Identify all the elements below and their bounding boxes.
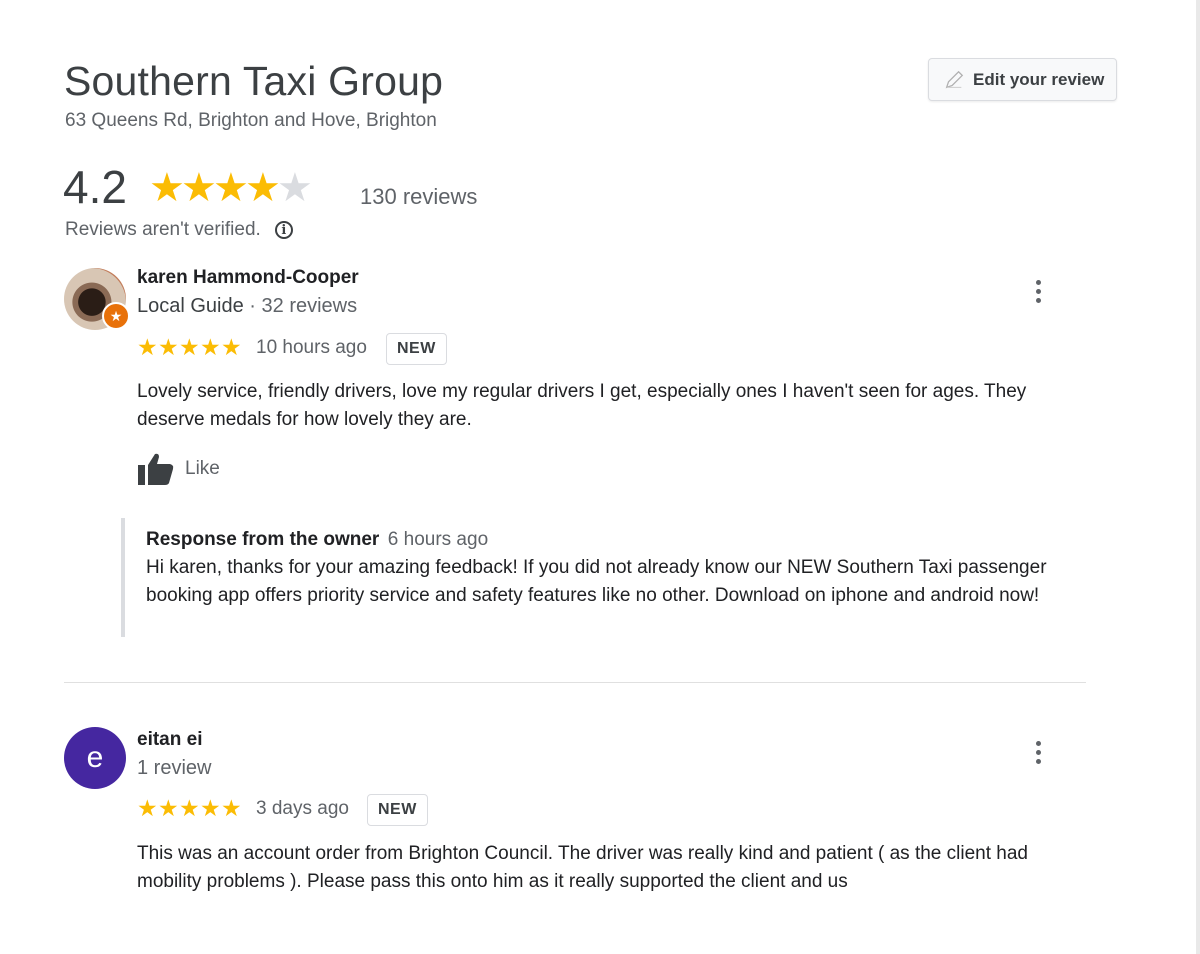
- new-badge: NEW: [386, 333, 447, 365]
- business-name: Southern Taxi Group: [64, 58, 444, 104]
- star-icon: ★: [181, 166, 217, 210]
- verification-text: Reviews aren't verified.: [65, 219, 261, 240]
- new-badge: NEW: [367, 794, 428, 826]
- reviewer-meta: Local Guide · 32 reviews: [137, 295, 357, 318]
- star-icon: ★: [149, 166, 185, 210]
- like-label: Like: [185, 458, 220, 479]
- owner-response-time: 6 hours ago: [387, 529, 489, 550]
- star-icon: ★: [137, 334, 158, 360]
- reviewer-name[interactable]: karen Hammond-Cooper: [137, 267, 359, 289]
- star-icon: ★: [213, 166, 249, 210]
- more-options-icon[interactable]: [1034, 741, 1042, 764]
- verification-notice: Reviews aren't verified. i: [65, 219, 293, 241]
- review-divider: [64, 682, 1086, 683]
- average-rating-stars: ★ ★ ★ ★ ★: [149, 166, 313, 210]
- window-edge: [1196, 0, 1200, 954]
- owner-response-bar: [121, 518, 125, 637]
- local-guide-label: Local Guide: [137, 295, 244, 317]
- star-icon: ★: [277, 166, 313, 210]
- review-text: This was an account order from Brighton …: [137, 843, 1028, 892]
- pencil-icon: [945, 70, 964, 88]
- owner-response-header: Response from the owner 6 hours ago: [146, 529, 488, 551]
- like-button[interactable]: Like: [137, 452, 220, 486]
- owner-response-label: Response from the owner: [146, 529, 380, 550]
- info-icon[interactable]: i: [274, 221, 293, 239]
- local-guide-star-icon: ★: [102, 302, 130, 330]
- reviewer-review-count: 1 review: [137, 757, 212, 779]
- star-icon: ★: [221, 795, 242, 821]
- star-icon: ★: [245, 166, 281, 210]
- total-review-count[interactable]: 130 reviews: [360, 184, 477, 210]
- reviewer-name[interactable]: eitan ei: [137, 729, 202, 751]
- review-stars: ★ ★ ★ ★ ★: [137, 797, 242, 820]
- edit-review-label: Edit your review: [973, 69, 1105, 89]
- meta-separator: ·: [243, 295, 262, 317]
- star-icon: ★: [200, 795, 221, 821]
- review-stars: ★ ★ ★ ★ ★: [137, 336, 242, 359]
- star-icon: ★: [221, 334, 242, 360]
- owner-response-text: Hi karen, thanks for your amazing feedba…: [146, 557, 1047, 606]
- average-rating: 4.2: [63, 161, 127, 213]
- review-text: Lovely service, friendly drivers, love m…: [137, 381, 1027, 430]
- business-address: 63 Queens Rd, Brighton and Hove, Brighto…: [65, 110, 437, 131]
- star-icon: ★: [158, 795, 179, 821]
- star-icon: ★: [158, 334, 179, 360]
- avatar[interactable]: e: [64, 727, 126, 789]
- review-time: 3 days ago: [256, 798, 349, 819]
- review-time: 10 hours ago: [256, 337, 367, 358]
- edit-review-button[interactable]: Edit your review: [928, 58, 1117, 101]
- star-icon: ★: [200, 334, 221, 360]
- star-icon: ★: [179, 334, 200, 360]
- more-options-icon[interactable]: [1034, 280, 1042, 303]
- thumbs-up-icon: [138, 453, 174, 485]
- star-icon: ★: [179, 795, 200, 821]
- star-icon: ★: [137, 795, 158, 821]
- reviewer-review-count: 32 reviews: [261, 295, 358, 317]
